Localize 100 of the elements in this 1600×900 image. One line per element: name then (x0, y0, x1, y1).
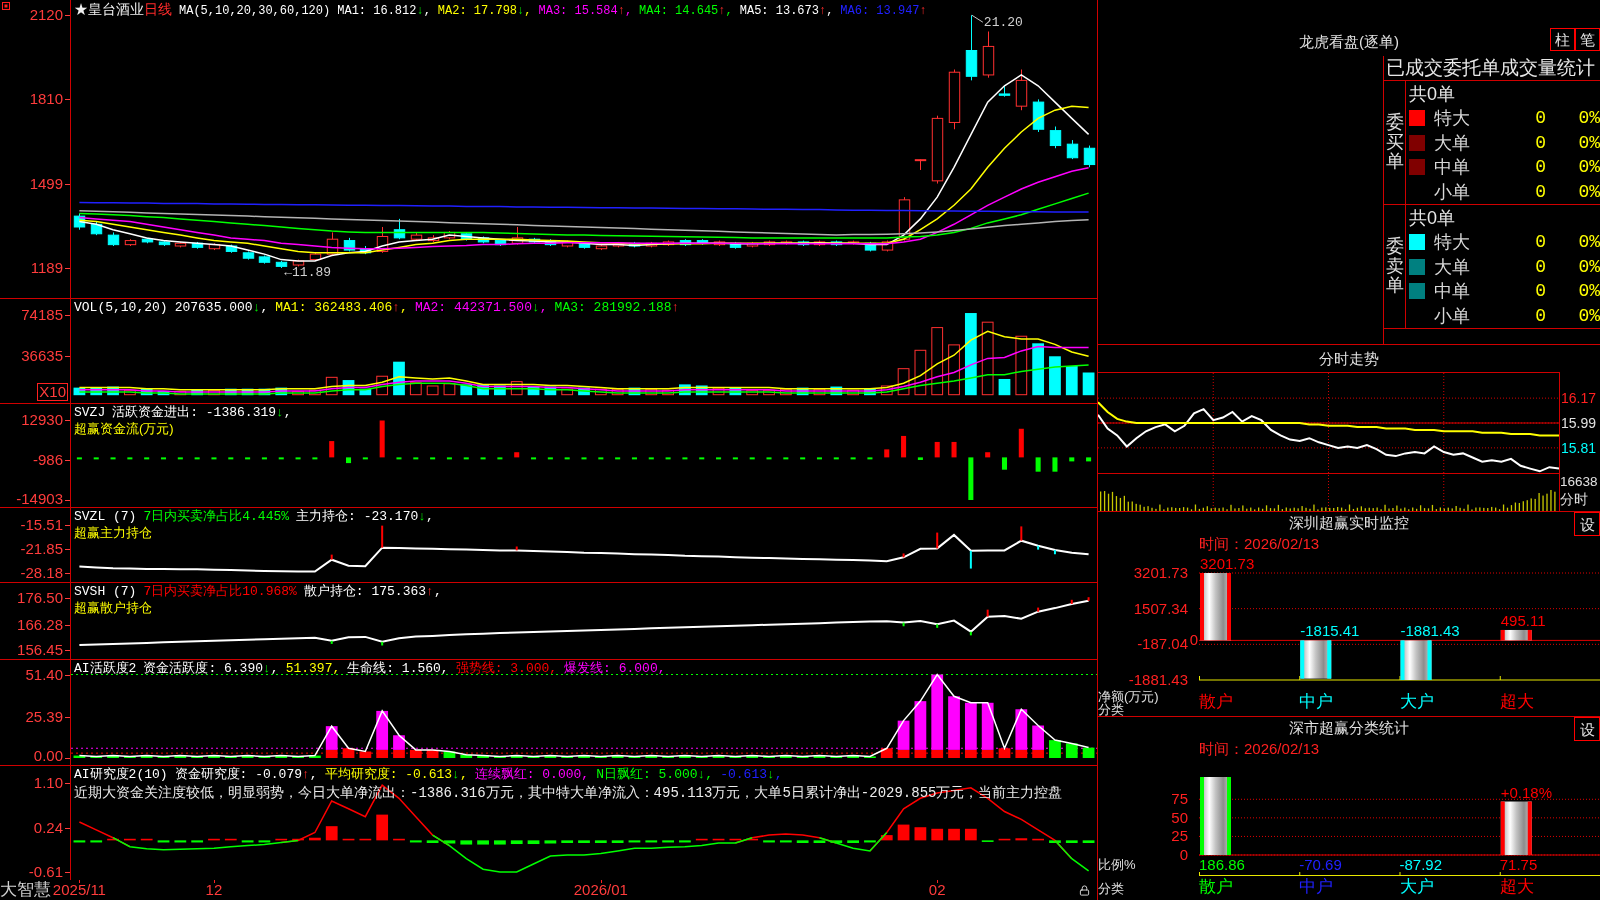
legend-value: MA6: 13.947↑ (840, 3, 927, 19)
order-size-label: 特大 (1434, 108, 1471, 129)
axis-title: 净额(万元) (1098, 690, 1159, 703)
timestamp: 时间：2026/02/13 (1199, 741, 1320, 757)
order-count: 0 (1534, 256, 1546, 277)
order-size-label: 中单 (1434, 281, 1471, 302)
legend-value: MA5: 13.673↑, (739, 3, 834, 19)
legend-value: 资金活跃度: 6.390↓, (143, 661, 279, 677)
order-percent: 0% (1577, 157, 1600, 178)
category-label: 大户 (1399, 877, 1434, 897)
axis-label: -0.61 (28, 864, 63, 880)
axis-label: 25 (1171, 828, 1188, 845)
change-label: +0.18% (1500, 784, 1553, 801)
order-total: 共0单 (1409, 207, 1455, 228)
legend-value: MA3: 281992.188↑ (554, 300, 680, 316)
legend-value: SVZJ (74, 405, 106, 421)
axis-label: 36635 (21, 347, 63, 364)
legend-value: 平均研究度: -0.613↓, (324, 767, 468, 783)
axis-label: 1.10 (33, 774, 63, 791)
date-label: 2026/01 (573, 880, 628, 900)
order-percent: 0% (1577, 305, 1600, 326)
category-label: 中户 (1299, 877, 1334, 897)
order-count: 0 (1534, 181, 1546, 202)
panel-title: 深圳超赢实时监控 (1289, 513, 1409, 532)
value-label: 495.11 (1500, 612, 1546, 629)
legend-value: 活跃资金进出: -1386.319↓, (112, 405, 292, 421)
axis-label: 25.39 (25, 708, 63, 725)
order-size-label: 大单 (1434, 132, 1471, 153)
group-label: 委卖单 (1385, 236, 1404, 297)
order-count: 0 (1534, 132, 1546, 153)
figure-label: -70.69 (1299, 858, 1342, 872)
legend-value: 强势线: 3.000, (455, 661, 558, 677)
panel-title: 深市超赢分类统计 (1289, 718, 1409, 737)
scale-label: X10 (37, 383, 68, 401)
order-total: 共0单 (1409, 83, 1455, 104)
table-title: 已成交委托单成交量统计 (1386, 57, 1595, 79)
indicator-title: 超赢散户持仓 (74, 600, 152, 615)
legend-value: 连续飘红: 0.000, (474, 767, 590, 783)
axis-label: -15.51 (20, 516, 63, 533)
legend-value: MA2: 442371.500↓, (414, 300, 548, 316)
value-label: 3201.73 (1200, 556, 1255, 572)
panel-title: 分时走势 (1319, 349, 1379, 368)
value-label: -1881.43 (1400, 623, 1460, 640)
legend-value: SVZL (7) (74, 509, 137, 525)
axis-label: -187.04 (1137, 636, 1188, 653)
axis-label: 1507.34 (1133, 600, 1188, 617)
axis-title: 分类 (1098, 703, 1124, 716)
axis-label: 51.40 (25, 666, 63, 683)
order-size-label: 中单 (1434, 157, 1471, 178)
axis-label: 0.24 (33, 819, 63, 836)
axis-label: 156.45 (17, 642, 63, 658)
legend-value: SVSH (7) (74, 584, 137, 600)
legend-value: MA3: 15.584↑, (538, 3, 633, 19)
price-annotation: ←11.89 (284, 265, 332, 280)
legend-value: N日飘红: 5.000↓, (596, 767, 714, 783)
axis-title: 比例% (1098, 858, 1136, 872)
category-label: 散户 (1199, 877, 1233, 897)
legend-value: 主力持仓: -23.170↓, (296, 509, 434, 525)
order-size-label: 特大 (1434, 232, 1471, 253)
group-label: 委买单 (1385, 112, 1404, 173)
order-count: 0 (1534, 305, 1546, 326)
value-label: -1815.41 (1300, 623, 1360, 640)
axis-label: 3201.73 (1133, 565, 1188, 581)
zero-label: 0 (1189, 632, 1198, 649)
category-label: 中户 (1299, 692, 1334, 712)
timestamp: 时间：2026/02/13 (1199, 536, 1320, 552)
legend-value: 7日内买卖净占比4.445% (143, 509, 290, 525)
order-count: 0 (1534, 108, 1546, 129)
order-size-label: 小单 (1434, 181, 1471, 202)
panel-title: 龙虎看盘(逐单) (1299, 33, 1399, 51)
axis-label: 16.17 (1561, 390, 1597, 407)
axis-label: 166.28 (17, 616, 63, 633)
axis-label: -28.18 (20, 565, 63, 582)
axis-label: 74185 (21, 307, 63, 323)
order-percent: 0% (1577, 132, 1600, 153)
axis-label: -14903 (16, 491, 63, 507)
figure-label: 186.86 (1199, 858, 1245, 872)
legend-value: 7日内买卖净占比10.968% (143, 584, 297, 600)
legend-value: MA(5,10,20,30,60,120) (179, 3, 331, 19)
order-count: 0 (1534, 232, 1546, 253)
axis-label: -21.85 (20, 541, 63, 557)
axis-label: -986 (32, 452, 63, 469)
legend-value: MA4: 14.645↑, (639, 3, 733, 19)
figure-label: 71.75 (1499, 858, 1538, 872)
category-label: 超大 (1499, 692, 1534, 712)
order-size-label: 大单 (1434, 256, 1471, 277)
order-percent: 0% (1577, 256, 1600, 277)
order-percent: 0% (1577, 181, 1600, 202)
indicator-title: 超赢资金流(万元) (74, 421, 174, 436)
unit-label: 分时 (1560, 490, 1589, 508)
legend-value: 51.397, (285, 661, 341, 677)
axis-label: 50 (1171, 809, 1188, 826)
order-count: 0 (1534, 281, 1546, 302)
legend-value: 散户持仓: 175.363↑, (303, 584, 442, 600)
axis-label: 12930 (21, 412, 63, 429)
legend-value: AI研究度2(10) (74, 767, 168, 783)
indicator-title: 超赢主力持仓 (74, 525, 152, 540)
axis-label: -1881.43 (1128, 672, 1188, 688)
category-label: 超大 (1499, 877, 1534, 897)
stock-title: ★皇台酒业日线 (74, 1, 172, 17)
